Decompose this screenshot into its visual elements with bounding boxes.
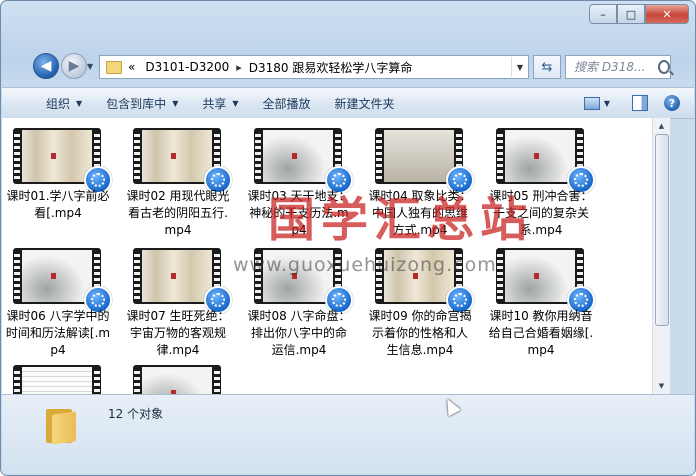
organize-menu[interactable]: 组织 ▼ xyxy=(46,95,82,112)
file-name: 课时02 用现代眼光看古老的阴阳五行.mp4 xyxy=(126,189,230,237)
refresh-icon: ⇆ xyxy=(541,59,553,75)
recent-pages-dropdown[interactable]: ▼ xyxy=(87,62,93,71)
file-name: 课时06 八字学中的时间和历法解读[.mp4 xyxy=(5,309,111,357)
address-dropdown-button[interactable]: ▼ xyxy=(511,57,528,77)
folder-icon xyxy=(106,60,122,74)
details-pane: 12 个对象 xyxy=(2,394,694,474)
folder-icon xyxy=(46,407,76,445)
include-in-library-label: 包含到库中 xyxy=(106,96,167,111)
search-input[interactable] xyxy=(572,59,656,75)
vertical-scrollbar[interactable]: ▲ ▼ xyxy=(652,118,670,394)
watermark-text: 国学汇总站 xyxy=(268,193,533,248)
play-all-label: 全部播放 xyxy=(262,96,311,111)
view-options-chevron-icon[interactable]: ▼ xyxy=(604,99,610,108)
file-name: 课时07 生旺死绝：宇宙万物的客观规律.mp4 xyxy=(126,309,230,357)
chevron-down-icon: ▼ xyxy=(172,98,179,108)
file-name: 课时01.学八字前必看[.mp4 xyxy=(6,189,110,220)
address-bar[interactable]: « D3101-D3200 ▸ D3180 跟易欢轻松学八字算命 ▼ xyxy=(99,55,529,79)
refresh-button[interactable]: ⇆ xyxy=(533,55,561,79)
breadcrumb-item[interactable]: D3101-D3200 xyxy=(145,60,229,74)
back-button[interactable]: ◀ xyxy=(33,53,59,79)
video-thumbnail xyxy=(133,365,221,394)
scroll-up-icon[interactable]: ▲ xyxy=(653,118,670,134)
breadcrumb-item[interactable]: D3180 跟易欢轻松学八字算命 xyxy=(249,59,413,76)
preview-pane-icon[interactable] xyxy=(632,95,648,111)
search-box[interactable] xyxy=(565,55,671,79)
command-toolbar: 组织 ▼ 包含到库中 ▼ 共享 ▼ 全部播放 新建文件夹 ▼ ? xyxy=(2,87,694,119)
minimize-button[interactable]: – xyxy=(589,4,617,24)
scroll-down-icon[interactable]: ▼ xyxy=(653,378,670,394)
organize-label: 组织 xyxy=(46,96,71,111)
item-count: 12 个对象 xyxy=(108,407,164,421)
file-name: 课时10 教你用纳音给自己合婚看姻缘[.mp4 xyxy=(488,309,594,357)
scrollbar-thumb[interactable] xyxy=(655,134,669,326)
chevron-down-icon: ▼ xyxy=(232,98,239,108)
forward-button[interactable]: ▶ xyxy=(61,53,87,79)
back-arrow-icon: ◀ xyxy=(40,58,52,74)
watermark-url: www.guoxuehuizong.com xyxy=(233,254,497,276)
include-in-library-menu[interactable]: 包含到库中 ▼ xyxy=(106,95,178,112)
toolbar-right-group: ▼ ? xyxy=(583,95,694,111)
share-menu[interactable]: 共享 ▼ xyxy=(202,95,238,112)
window-controls: – □ ✕ xyxy=(589,4,689,24)
share-label: 共享 xyxy=(202,96,227,111)
navigation-bar: ◀ ▶ ▼ « D3101-D3200 ▸ D3180 跟易欢轻松学八字算命 ▼… xyxy=(1,50,695,84)
help-icon[interactable]: ? xyxy=(664,95,680,111)
video-thumbnail xyxy=(13,365,101,394)
search-icon[interactable] xyxy=(658,60,670,74)
close-button[interactable]: ✕ xyxy=(645,4,689,24)
file-name: 课时08 八字命盘：排出你八字中的命运信.mp4 xyxy=(247,309,351,357)
breadcrumb-separator-icon[interactable]: ▸ xyxy=(236,61,242,74)
breadcrumb-overflow[interactable]: « xyxy=(128,60,135,74)
title-bar: – □ ✕ xyxy=(1,1,695,47)
change-view-icon[interactable] xyxy=(583,96,600,110)
forward-arrow-icon: ▶ xyxy=(68,58,80,74)
chevron-down-icon: ▼ xyxy=(76,98,83,108)
maximize-button[interactable]: □ xyxy=(617,4,645,24)
new-folder-label: 新建文件夹 xyxy=(334,96,395,111)
file-name: 课时09 你的命宫揭示着你的性格和人生信息.mp4 xyxy=(368,309,472,357)
new-folder-button[interactable]: 新建文件夹 xyxy=(335,95,395,112)
play-all-button[interactable]: 全部播放 xyxy=(263,95,311,112)
